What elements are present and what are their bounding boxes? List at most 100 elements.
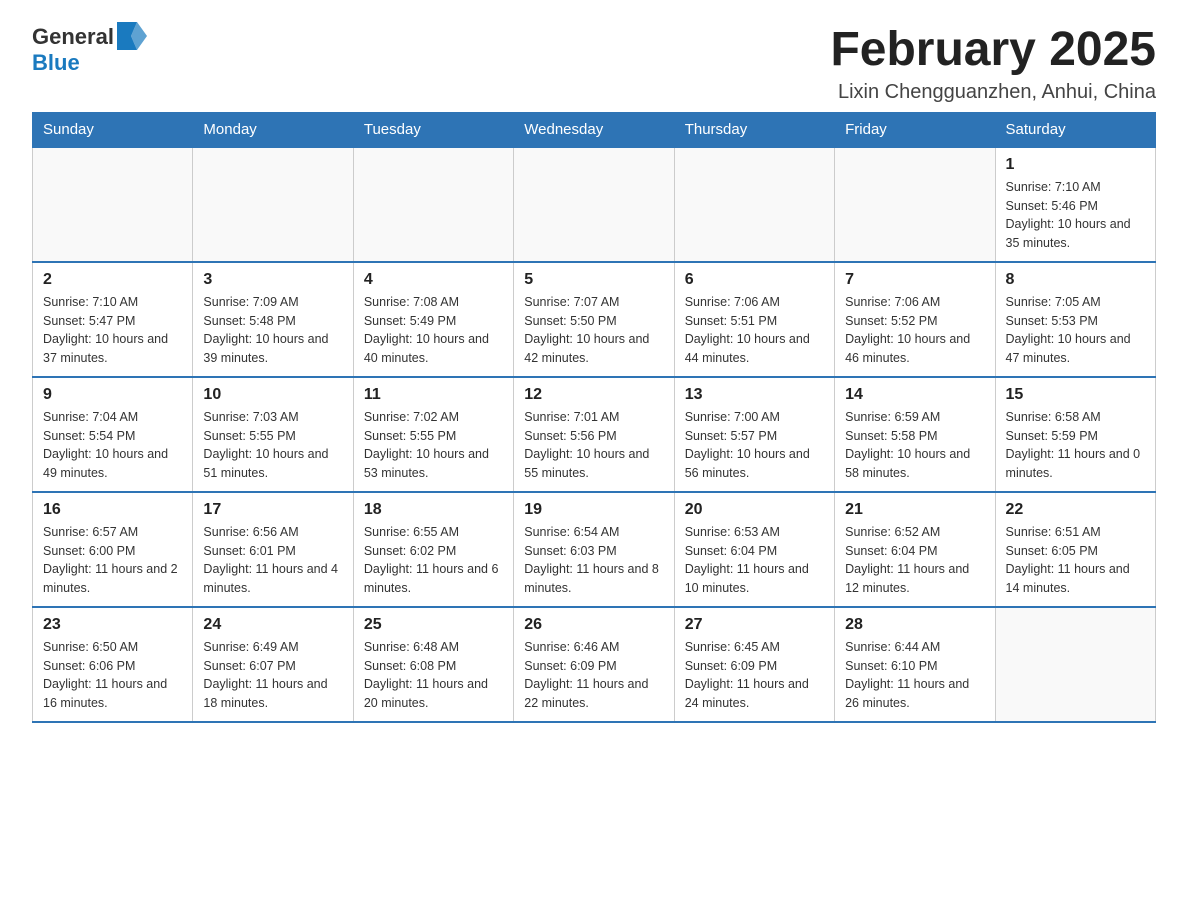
day-info: Sunrise: 7:07 AMSunset: 5:50 PMDaylight:… [524,293,663,368]
day-number: 20 [685,501,824,519]
day-number: 21 [845,501,984,519]
table-row: 13 Sunrise: 7:00 AMSunset: 5:57 PMDayligh… [674,377,834,492]
table-row: 18Sunrise: 6:55 AMSunset: 6:02 PMDayligh… [353,492,513,607]
table-row [193,147,353,262]
day-info: Sunrise: 7:10 AMSunset: 5:46 PMDaylight:… [1006,178,1145,253]
table-row [835,147,995,262]
day-info: Sunrise: 6:48 AMSunset: 6:08 PMDaylight:… [364,638,503,713]
table-row: 22 Sunrise: 6:51 AMSunset: 6:05 PMDayligh… [995,492,1155,607]
table-row: 16Sunrise: 6:57 AMSunset: 6:00 PMDayligh… [33,492,193,607]
table-row [33,147,193,262]
day-number: 15 [1006,386,1145,404]
day-info: Sunrise: 7:02 AMSunset: 5:55 PMDaylight:… [364,408,503,483]
day-number: 9 [43,386,182,404]
table-row: 21 Sunrise: 6:52 AMSunset: 6:04 PMDayligh… [835,492,995,607]
table-row: 27 Sunrise: 6:45 AMSunset: 6:09 PMDayligh… [674,607,834,722]
table-row: 5 Sunrise: 7:07 AMSunset: 5:50 PMDaylight… [514,262,674,377]
day-number: 3 [203,271,342,289]
table-row: 10 Sunrise: 7:03 AMSunset: 5:55 PMDayligh… [193,377,353,492]
day-number: 26 [524,616,663,634]
calendar-week-row: 23 Sunrise: 6:50 AMSunset: 6:06 PMDayligh… [33,607,1156,722]
table-row: 2Sunrise: 7:10 AMSunset: 5:47 PMDaylight… [33,262,193,377]
day-number: 10 [203,386,342,404]
table-row: 9 Sunrise: 7:04 AMSunset: 5:54 PMDaylight… [33,377,193,492]
day-info: Sunrise: 6:46 AMSunset: 6:09 PMDaylight:… [524,638,663,713]
table-row: 8Sunrise: 7:05 AMSunset: 5:53 PMDaylight… [995,262,1155,377]
day-info: Sunrise: 6:50 AMSunset: 6:06 PMDaylight:… [43,638,182,713]
header-monday: Monday [193,112,353,147]
day-info: Sunrise: 7:09 AMSunset: 5:48 PMDaylight:… [203,293,342,368]
table-row: 17 Sunrise: 6:56 AMSunset: 6:01 PMDayligh… [193,492,353,607]
day-number: 4 [364,271,503,289]
table-row [674,147,834,262]
day-info: Sunrise: 6:52 AMSunset: 6:04 PMDaylight:… [845,523,984,598]
logo: General Blue [32,24,147,76]
table-row: 3 Sunrise: 7:09 AMSunset: 5:48 PMDaylight… [193,262,353,377]
logo-general-text: General [32,24,114,50]
table-row: 19Sunrise: 6:54 AMSunset: 6:03 PMDayligh… [514,492,674,607]
calendar-week-row: 16Sunrise: 6:57 AMSunset: 6:00 PMDayligh… [33,492,1156,607]
day-info: Sunrise: 7:03 AMSunset: 5:55 PMDaylight:… [203,408,342,483]
table-row: 14 Sunrise: 6:59 AMSunset: 5:58 PMDayligh… [835,377,995,492]
day-info: Sunrise: 7:04 AMSunset: 5:54 PMDaylight:… [43,408,182,483]
day-number: 1 [1006,156,1145,174]
page-header: General Blue February 2025 Lixin Chenggu… [32,24,1156,104]
day-number: 11 [364,386,503,404]
day-number: 17 [203,501,342,519]
table-row: 1 Sunrise: 7:10 AMSunset: 5:46 PMDaylight… [995,147,1155,262]
table-row [995,607,1155,722]
day-number: 23 [43,616,182,634]
day-info: Sunrise: 6:58 AMSunset: 5:59 PMDaylight:… [1006,408,1145,483]
logo-flag-icon [117,22,147,50]
day-number: 24 [203,616,342,634]
day-number: 16 [43,501,182,519]
table-row [514,147,674,262]
table-row: 7 Sunrise: 7:06 AMSunset: 5:52 PMDaylight… [835,262,995,377]
day-number: 6 [685,271,824,289]
location-title: Lixin Chengguanzhen, Anhui, China [830,81,1156,104]
table-row [353,147,513,262]
day-number: 18 [364,501,503,519]
day-number: 27 [685,616,824,634]
header-thursday: Thursday [674,112,834,147]
header-friday: Friday [835,112,995,147]
calendar-header-row: Sunday Monday Tuesday Wednesday Thursday… [33,112,1156,147]
day-info: Sunrise: 6:59 AMSunset: 5:58 PMDaylight:… [845,408,984,483]
calendar-table: Sunday Monday Tuesday Wednesday Thursday… [32,112,1156,723]
day-number: 25 [364,616,503,634]
logo-blue-text: Blue [32,50,80,76]
day-info: Sunrise: 7:06 AMSunset: 5:52 PMDaylight:… [845,293,984,368]
day-info: Sunrise: 6:54 AMSunset: 6:03 PMDaylight:… [524,523,663,598]
day-info: Sunrise: 6:51 AMSunset: 6:05 PMDaylight:… [1006,523,1145,598]
day-number: 13 [685,386,824,404]
table-row: 26 Sunrise: 6:46 AMSunset: 6:09 PMDayligh… [514,607,674,722]
table-row: 15 Sunrise: 6:58 AMSunset: 5:59 PMDayligh… [995,377,1155,492]
day-info: Sunrise: 7:08 AMSunset: 5:49 PMDaylight:… [364,293,503,368]
day-info: Sunrise: 7:01 AMSunset: 5:56 PMDaylight:… [524,408,663,483]
month-title: February 2025 [830,24,1156,77]
header-saturday: Saturday [995,112,1155,147]
table-row: 23 Sunrise: 6:50 AMSunset: 6:06 PMDayligh… [33,607,193,722]
day-number: 12 [524,386,663,404]
table-row: 4 Sunrise: 7:08 AMSunset: 5:49 PMDaylight… [353,262,513,377]
table-row: 24 Sunrise: 6:49 AMSunset: 6:07 PMDayligh… [193,607,353,722]
title-section: February 2025 Lixin Chengguanzhen, Anhui… [830,24,1156,104]
day-info: Sunrise: 7:10 AMSunset: 5:47 PMDaylight:… [43,293,182,368]
day-info: Sunrise: 6:45 AMSunset: 6:09 PMDaylight:… [685,638,824,713]
header-tuesday: Tuesday [353,112,513,147]
day-number: 7 [845,271,984,289]
day-info: Sunrise: 7:00 AMSunset: 5:57 PMDaylight:… [685,408,824,483]
day-info: Sunrise: 6:49 AMSunset: 6:07 PMDaylight:… [203,638,342,713]
day-info: Sunrise: 7:06 AMSunset: 5:51 PMDaylight:… [685,293,824,368]
day-number: 8 [1006,271,1145,289]
header-wednesday: Wednesday [514,112,674,147]
calendar-week-row: 1 Sunrise: 7:10 AMSunset: 5:46 PMDaylight… [33,147,1156,262]
day-number: 28 [845,616,984,634]
table-row: 11 Sunrise: 7:02 AMSunset: 5:55 PMDayligh… [353,377,513,492]
table-row: 28 Sunrise: 6:44 AMSunset: 6:10 PMDayligh… [835,607,995,722]
day-number: 14 [845,386,984,404]
day-number: 22 [1006,501,1145,519]
day-info: Sunrise: 6:44 AMSunset: 6:10 PMDaylight:… [845,638,984,713]
day-info: Sunrise: 6:56 AMSunset: 6:01 PMDaylight:… [203,523,342,598]
day-number: 5 [524,271,663,289]
